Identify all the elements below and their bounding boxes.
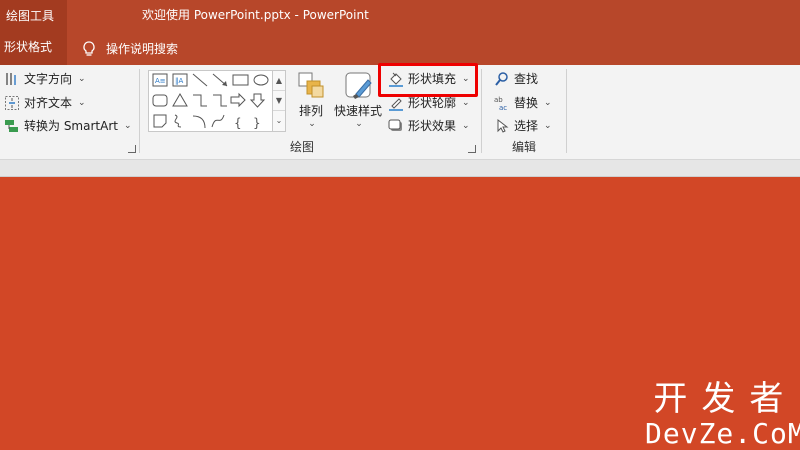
svg-text:ab: ab	[494, 96, 503, 104]
editing-group-label: 编辑	[512, 140, 537, 154]
drawing-group-label: 绘图	[290, 140, 315, 154]
gallery-scroll[interactable]: ▲ ▼ ⌄	[272, 70, 286, 132]
cursor-icon	[497, 118, 509, 133]
select-button[interactable]: 选择 ⌄	[494, 117, 552, 134]
text-group-launcher-icon[interactable]	[128, 145, 136, 153]
chevron-down-icon: ⌄	[544, 97, 552, 108]
watermark: 开发者 DevZe.CoM	[645, 380, 800, 450]
arrange-icon	[298, 72, 324, 98]
quick-styles-icon	[345, 72, 372, 99]
text-direction-label: 文字方向	[24, 72, 73, 86]
chevron-down-icon: ⌄	[355, 119, 363, 129]
group-separator	[139, 69, 140, 153]
watermark-line-2: DevZe.CoM	[645, 417, 800, 450]
text-direction-button[interactable]: 文字方向 ⌄	[4, 70, 86, 87]
scroll-down-icon[interactable]: ▼	[273, 91, 285, 111]
align-text-label: 对齐文本	[24, 96, 73, 110]
scroll-up-icon[interactable]: ▲	[273, 71, 285, 91]
ribbon-bottom-edge	[0, 160, 800, 177]
shape-effects-label: 形状效果	[408, 119, 457, 133]
find-button[interactable]: 查找	[494, 70, 538, 87]
search-icon	[495, 71, 508, 86]
chevron-down-icon: ⌄	[462, 97, 470, 108]
shape-effects-icon	[388, 119, 402, 131]
shape-gallery[interactable]: A≡ ‖A { }	[148, 70, 276, 132]
chevron-down-icon: ⌄	[78, 73, 86, 84]
ribbon-tab-row: 形状格式 操作说明搜索	[0, 32, 800, 65]
text-direction-icon	[6, 72, 16, 85]
watermark-line-1: 开发者	[653, 379, 798, 419]
shape-effects-button[interactable]: 形状效果 ⌄	[388, 117, 470, 134]
smartart-icon	[5, 119, 18, 132]
smartart-label: 转换为 SmartArt	[24, 119, 118, 133]
tell-me-label: 操作说明搜索	[106, 41, 179, 56]
align-text-icon	[5, 95, 19, 110]
tab-shape-format[interactable]: 形状格式	[0, 32, 67, 65]
shapes-gallery-icons: A≡ ‖A { }	[152, 73, 269, 130]
gallery-more-icon[interactable]: ⌄	[273, 111, 285, 131]
group-separator	[481, 69, 482, 153]
replace-icon: ab ac	[494, 96, 507, 111]
convert-to-smartart-button[interactable]: 转换为 SmartArt ⌄	[4, 117, 132, 134]
lightbulb-icon	[83, 40, 95, 56]
arrange-button[interactable]: 排列 ⌄	[294, 70, 328, 129]
svg-text:‖A: ‖A	[175, 77, 184, 85]
svg-text:{: {	[234, 116, 242, 130]
svg-text:ac: ac	[499, 104, 507, 111]
select-label: 选择	[514, 119, 539, 133]
svg-text:A≡: A≡	[155, 77, 166, 85]
replace-label: 替换	[514, 96, 539, 110]
arrange-label: 排列	[298, 104, 323, 118]
drawing-group-launcher-icon[interactable]	[468, 145, 476, 153]
svg-text:}: }	[253, 116, 261, 130]
chevron-down-icon: ⌄	[308, 119, 316, 129]
find-label: 查找	[514, 72, 539, 86]
align-text-button[interactable]: 对齐文本 ⌄	[4, 94, 86, 111]
quick-styles-label: 快速样式	[333, 104, 382, 118]
group-separator	[566, 69, 567, 153]
highlight-box	[378, 63, 478, 97]
chevron-down-icon: ⌄	[462, 120, 470, 131]
quick-styles-button[interactable]: 快速样式 ⌄	[332, 70, 384, 129]
chevron-down-icon: ⌄	[544, 120, 552, 131]
drawing-tools-context-label: 绘图工具	[0, 0, 67, 32]
document-title: 欢迎使用 PowerPoint.pptx - PowerPoint	[142, 8, 369, 22]
title-bar: 绘图工具 欢迎使用 PowerPoint.pptx - PowerPoint	[0, 0, 800, 32]
chevron-down-icon: ⌄	[123, 120, 132, 131]
tell-me-search[interactable]: 操作说明搜索	[80, 32, 178, 65]
chevron-down-icon: ⌄	[78, 97, 86, 108]
replace-button[interactable]: ab ac 替换 ⌄	[494, 94, 552, 111]
